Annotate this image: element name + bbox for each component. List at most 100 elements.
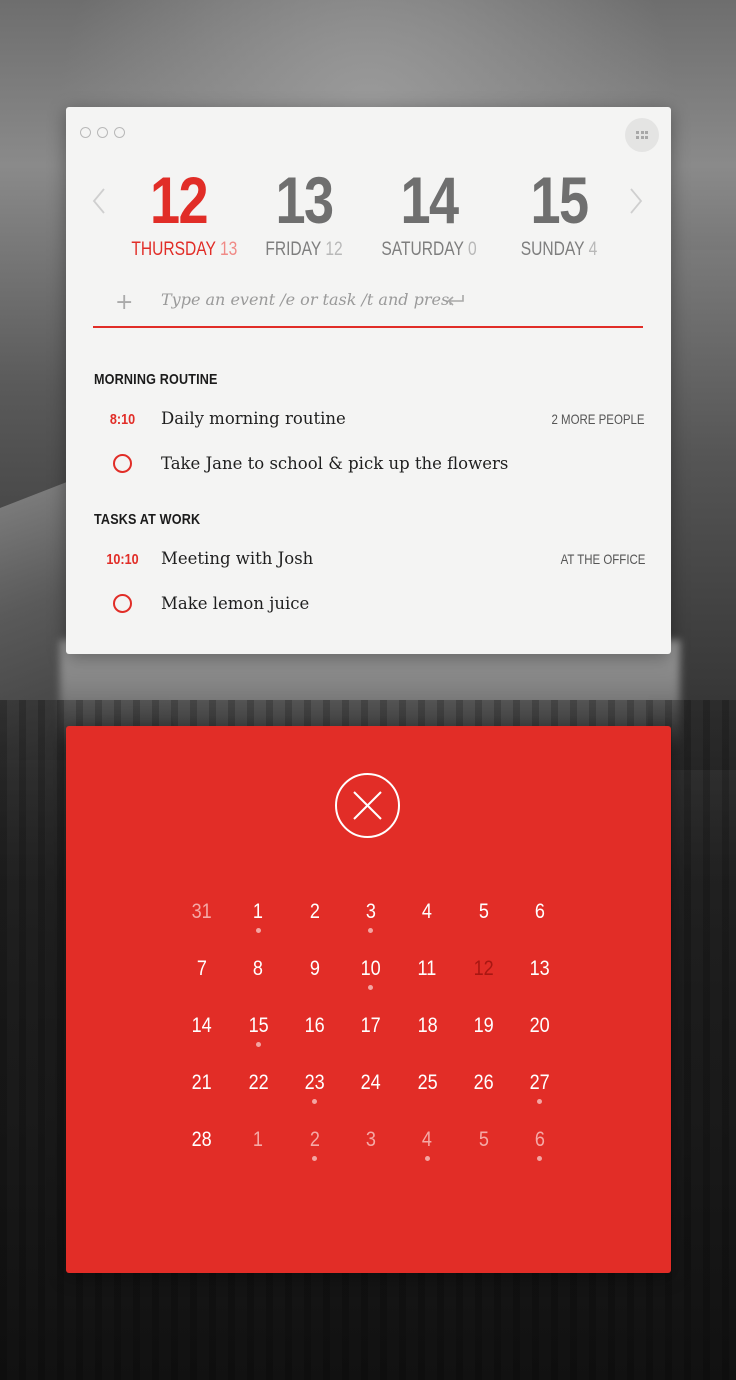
day-friday[interactable]: 13 FRIDAY 12 bbox=[254, 165, 354, 261]
window-controls bbox=[80, 127, 125, 138]
event-row[interactable]: 10:10 Meeting with Josh AT THE OFFICE bbox=[94, 545, 645, 575]
calendar-day[interactable]: 2 bbox=[287, 894, 343, 951]
calendar-day[interactable]: 15 bbox=[230, 1008, 286, 1065]
event-indicator-dot bbox=[537, 1156, 543, 1161]
quick-add-input[interactable] bbox=[161, 290, 451, 309]
calendar-day[interactable]: 23 bbox=[287, 1065, 343, 1122]
event-title: Daily morning routine bbox=[161, 409, 346, 428]
calendar-day-number: 6 bbox=[534, 900, 545, 923]
calendar-day-number: 9 bbox=[309, 957, 320, 980]
next-arrow-icon[interactable] bbox=[629, 187, 643, 215]
apps-grid-button[interactable] bbox=[625, 118, 659, 152]
calendar-day-number: 20 bbox=[529, 1014, 550, 1037]
calendar-day-number: 4 bbox=[422, 900, 433, 923]
calendar-day[interactable]: 26 bbox=[456, 1065, 512, 1122]
calendar-day[interactable]: 3 bbox=[343, 894, 399, 951]
calendar-day[interactable]: 13 bbox=[512, 951, 568, 1008]
task-checkbox[interactable] bbox=[113, 454, 132, 473]
calendar-day[interactable]: 10 bbox=[343, 951, 399, 1008]
task-title: Make lemon juice bbox=[161, 594, 310, 613]
calendar-day[interactable]: 16 bbox=[287, 1008, 343, 1065]
calendar-day[interactable]: 21 bbox=[174, 1065, 230, 1122]
calendar-day-number: 3 bbox=[365, 1128, 376, 1151]
calendar-day[interactable]: 5 bbox=[456, 1122, 512, 1179]
day-saturday[interactable]: 14 SATURDAY 0 bbox=[370, 165, 488, 261]
calendar-day-number: 5 bbox=[478, 900, 489, 923]
calendar-day[interactable]: 19 bbox=[456, 1008, 512, 1065]
calendar-day-number: 6 bbox=[534, 1128, 545, 1151]
calendar-day[interactable]: 5 bbox=[456, 894, 512, 951]
calendar-day-number: 5 bbox=[478, 1128, 489, 1151]
event-meta: AT THE OFFICE bbox=[560, 551, 645, 567]
quick-add-bar: + bbox=[93, 282, 643, 328]
calendar-day[interactable]: 8 bbox=[230, 951, 286, 1008]
day-count: 0 bbox=[467, 239, 477, 260]
calendar-day-number: 28 bbox=[191, 1128, 213, 1151]
section-title: TASKS AT WORK bbox=[94, 511, 201, 528]
plus-icon[interactable]: + bbox=[115, 292, 133, 314]
calendar-day[interactable]: 1 bbox=[230, 894, 286, 951]
event-indicator-dot bbox=[537, 1099, 543, 1104]
task-row[interactable]: Take Jane to school & pick up the flower… bbox=[94, 450, 644, 480]
day-count: 12 bbox=[325, 239, 343, 260]
calendar-day-number: 7 bbox=[196, 957, 208, 980]
calendar-day[interactable]: 18 bbox=[399, 1008, 455, 1065]
task-checkbox[interactable] bbox=[113, 594, 132, 613]
day-label: FRIDAY bbox=[265, 239, 322, 260]
window-zoom-button[interactable] bbox=[114, 127, 125, 138]
calendar-day[interactable]: 6 bbox=[512, 894, 568, 951]
calendar-day[interactable]: 17 bbox=[343, 1008, 399, 1065]
calendar-day[interactable]: 14 bbox=[174, 1008, 230, 1065]
calendar-day[interactable]: 4 bbox=[399, 894, 455, 951]
calendar-day-number: 31 bbox=[191, 900, 213, 923]
day-count: 4 bbox=[588, 239, 598, 260]
calendar-day[interactable]: 20 bbox=[512, 1008, 568, 1065]
event-indicator-dot bbox=[255, 1042, 261, 1047]
day-label: SATURDAY bbox=[381, 239, 464, 260]
enter-return-icon bbox=[447, 295, 464, 306]
close-icon bbox=[353, 791, 382, 820]
event-time: 10:10 bbox=[106, 551, 139, 568]
event-indicator-dot bbox=[312, 1099, 318, 1104]
day-strip: 12 THURSDAY 13 13 FRIDAY 12 14 SATURDAY … bbox=[121, 165, 611, 265]
calendar-day[interactable]: 28 bbox=[174, 1122, 230, 1179]
calendar-day-number: 15 bbox=[248, 1014, 269, 1037]
window-minimize-button[interactable] bbox=[97, 127, 108, 138]
calendar-day[interactable]: 7 bbox=[174, 951, 230, 1008]
close-calendar-button[interactable] bbox=[335, 773, 400, 838]
calendar-day-number: 10 bbox=[360, 957, 381, 980]
day-label: SUNDAY bbox=[520, 239, 585, 260]
calendar-day[interactable]: 11 bbox=[399, 951, 455, 1008]
calendar-day[interactable]: 25 bbox=[399, 1065, 455, 1122]
calendar-day[interactable]: 22 bbox=[230, 1065, 286, 1122]
calendar-day-number: 3 bbox=[365, 900, 376, 923]
calendar-day-number: 12 bbox=[473, 957, 494, 980]
calendar-day-today[interactable]: 12 bbox=[456, 951, 512, 1008]
previous-arrow-icon[interactable] bbox=[92, 187, 106, 215]
calendar-day-number: 17 bbox=[360, 1014, 381, 1037]
calendar-day-number: 22 bbox=[248, 1071, 269, 1094]
event-indicator-dot bbox=[312, 1156, 318, 1161]
calendar-day[interactable]: 3 bbox=[343, 1122, 399, 1179]
window-close-button[interactable] bbox=[80, 127, 91, 138]
calendar-day-number: 19 bbox=[473, 1014, 494, 1037]
event-indicator-dot bbox=[368, 985, 374, 990]
grid-icon bbox=[636, 131, 648, 139]
calendar-day[interactable]: 9 bbox=[287, 951, 343, 1008]
calendar-day[interactable]: 24 bbox=[343, 1065, 399, 1122]
calendar-day[interactable]: 4 bbox=[399, 1122, 455, 1179]
calendar-day[interactable]: 2 bbox=[287, 1122, 343, 1179]
day-sunday[interactable]: 15 SUNDAY 4 bbox=[508, 165, 610, 261]
day-count: 13 bbox=[219, 239, 238, 260]
calendar-day[interactable]: 31 bbox=[174, 894, 230, 951]
event-row[interactable]: 8:10 Daily morning routine 2 MORE PEOPLE bbox=[94, 405, 645, 435]
calendar-day[interactable]: 1 bbox=[230, 1122, 286, 1179]
calendar-day[interactable]: 27 bbox=[512, 1065, 568, 1122]
calendar-day-number: 8 bbox=[253, 957, 264, 980]
day-thursday[interactable]: 12 THURSDAY 13 bbox=[121, 165, 238, 261]
event-indicator-dot bbox=[368, 928, 374, 933]
calendar-day[interactable]: 6 bbox=[512, 1122, 568, 1179]
task-row[interactable]: Make lemon juice bbox=[94, 590, 644, 620]
calendar-day-number: 2 bbox=[309, 900, 320, 923]
day-label: THURSDAY bbox=[131, 239, 216, 260]
